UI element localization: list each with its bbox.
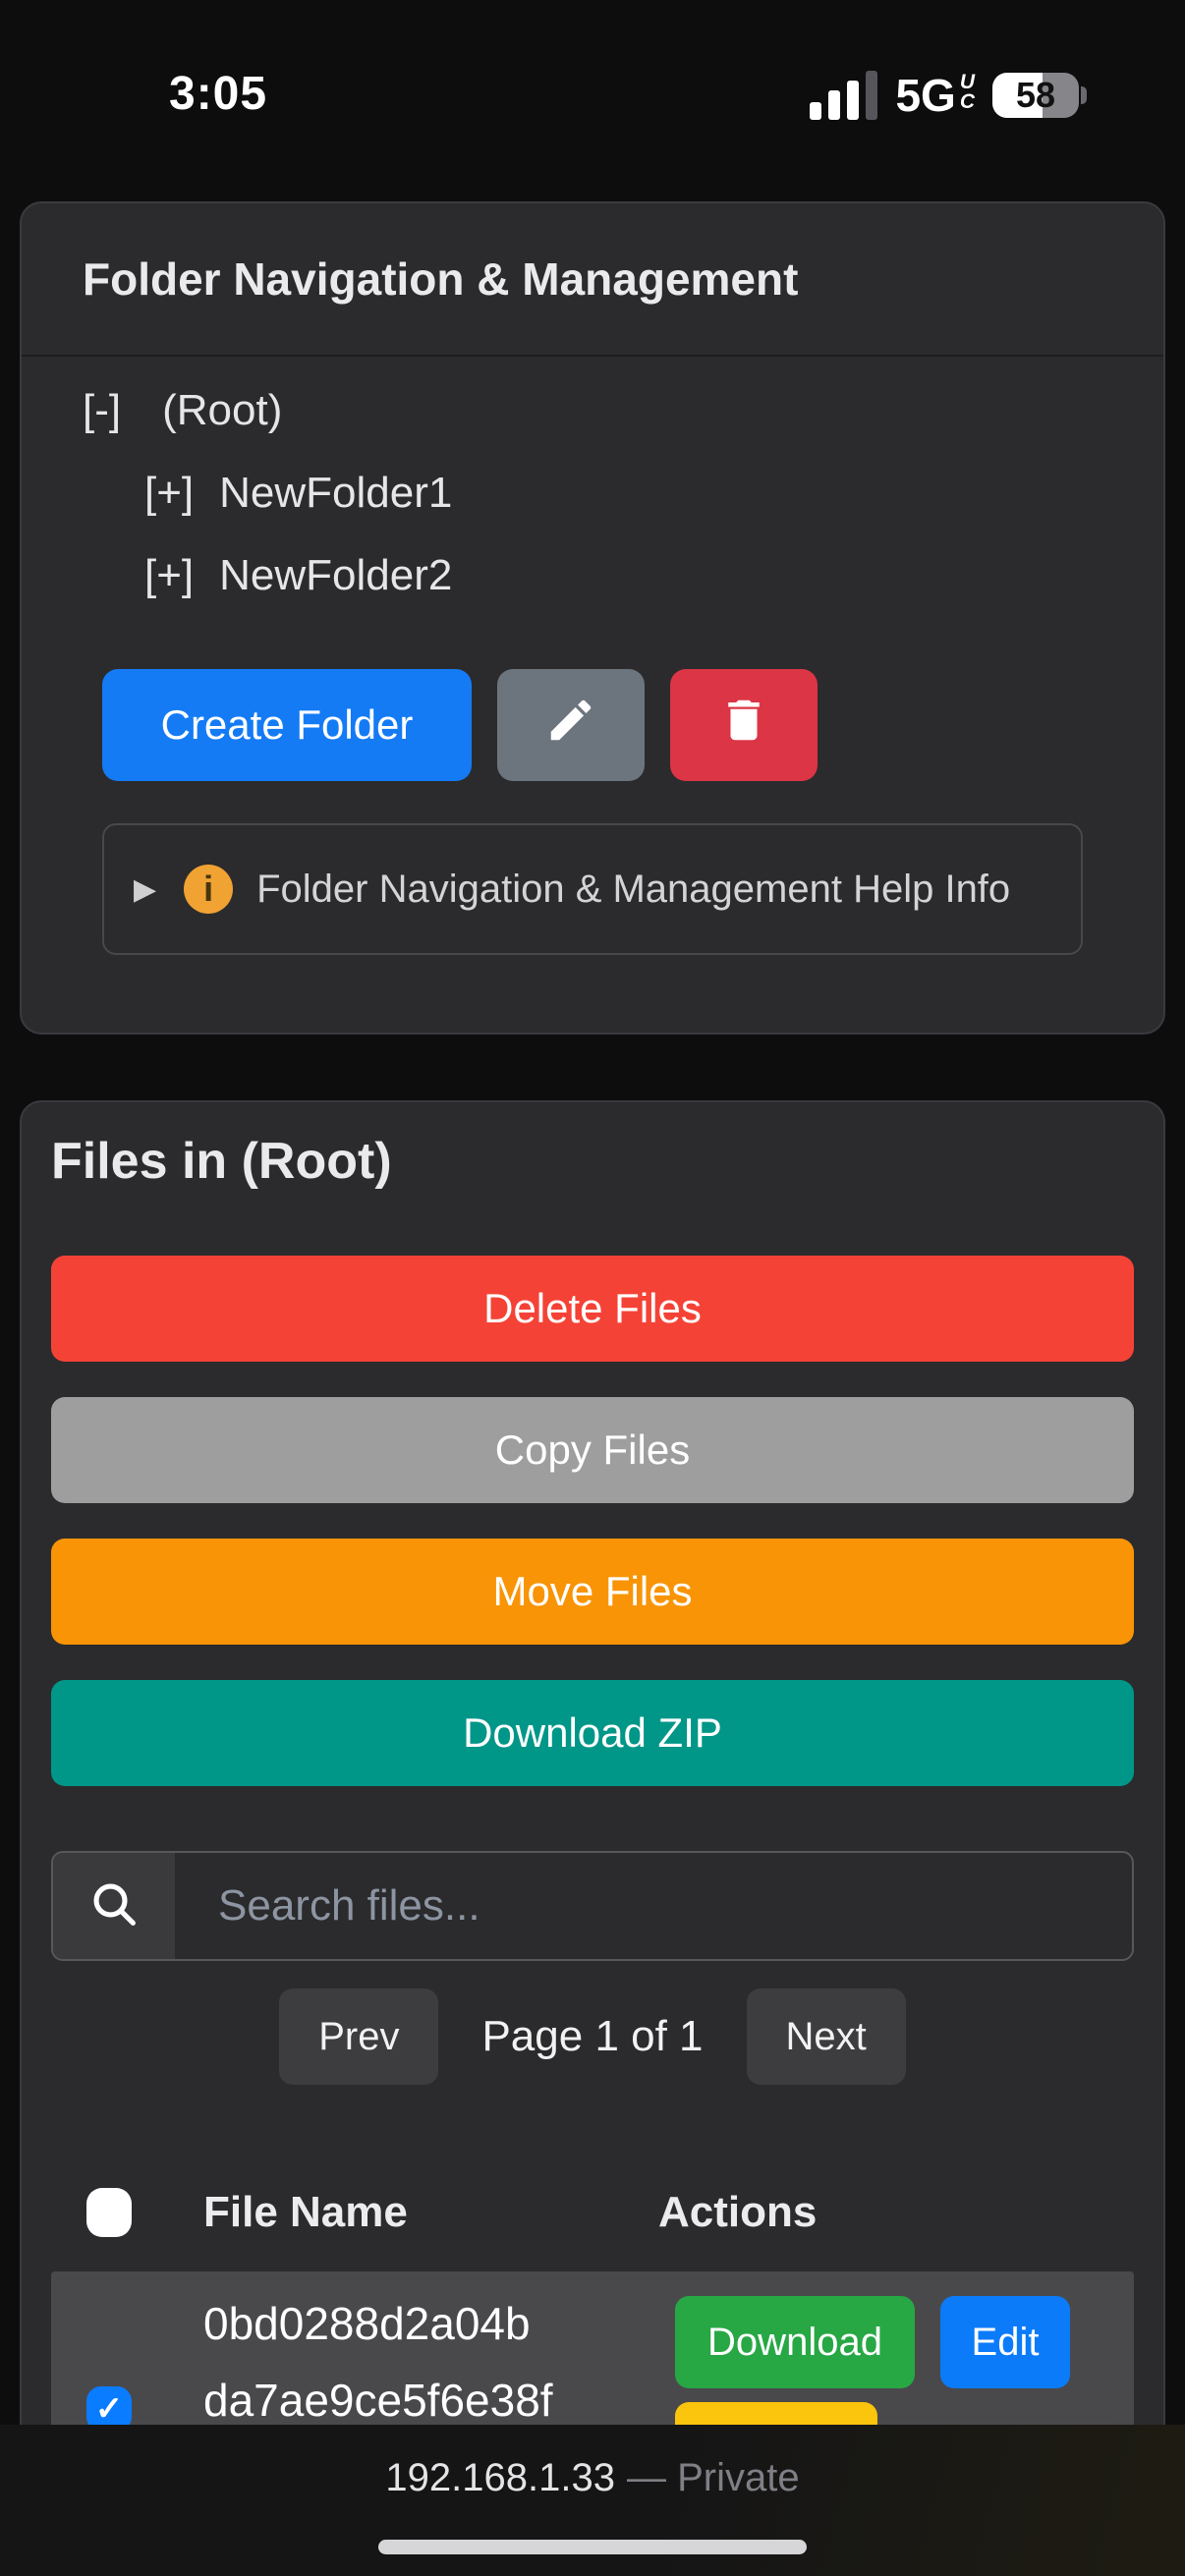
tree-node-label[interactable]: NewFolder1 xyxy=(219,469,452,518)
status-bar: 3:05 5G U C 58 xyxy=(0,0,1185,138)
delete-folder-button[interactable] xyxy=(670,669,818,781)
help-accordion-label: Folder Navigation & Management Help Info xyxy=(256,868,1010,912)
tree-node-newfolder1[interactable]: [+] NewFolder1 xyxy=(83,469,1163,518)
search-input[interactable] xyxy=(175,1853,1132,1959)
collapse-toggle[interactable]: [-] xyxy=(83,386,121,435)
tree-node-label[interactable]: (Root) xyxy=(162,386,282,435)
cellular-signal-icon xyxy=(810,71,877,120)
folder-actions-row: Create Folder xyxy=(102,669,1163,781)
pencil-icon xyxy=(544,694,597,756)
expand-toggle[interactable]: [+] xyxy=(144,469,194,518)
status-time: 3:05 xyxy=(169,67,267,121)
tree-node-label[interactable]: NewFolder2 xyxy=(219,551,452,600)
help-accordion[interactable]: ▶ i Folder Navigation & Management Help … xyxy=(102,823,1083,955)
search-icon xyxy=(86,1876,141,1936)
copy-files-button[interactable]: Copy Files xyxy=(51,1397,1134,1503)
tree-node-root[interactable]: [-] (Root) xyxy=(83,386,1163,435)
download-zip-button[interactable]: Download ZIP xyxy=(51,1680,1134,1786)
address-bar[interactable]: 192.168.1.33 — Private xyxy=(0,2456,1185,2500)
private-mode-label: — Private xyxy=(627,2456,800,2499)
battery-nub xyxy=(1081,86,1087,104)
address-url[interactable]: 192.168.1.33 xyxy=(385,2456,615,2499)
network-type-label: 5G xyxy=(895,71,955,120)
network-subtype-label: U C xyxy=(960,73,975,112)
create-folder-button[interactable]: Create Folder xyxy=(102,669,472,781)
select-all-checkbox[interactable] xyxy=(86,2188,132,2237)
file-name-column-header: File Name xyxy=(140,2188,631,2237)
page-status: Page 1 of 1 xyxy=(481,2012,703,2061)
edit-file-button[interactable]: Edit xyxy=(940,2296,1070,2388)
battery-icon: 58 xyxy=(992,73,1087,118)
download-file-button[interactable]: Download xyxy=(675,2296,915,2388)
pagination: Prev Page 1 of 1 Next xyxy=(51,1988,1134,2085)
search-button[interactable] xyxy=(53,1853,175,1959)
folder-tree: [-] (Root) [+] NewFolder1 [+] NewFolder2 xyxy=(22,386,1163,600)
file-table-header: File Name Actions xyxy=(51,2165,1134,2260)
disclosure-triangle-icon[interactable]: ▶ xyxy=(134,872,156,907)
home-indicator[interactable] xyxy=(378,2540,807,2554)
status-indicators: 5G U C 58 xyxy=(810,71,1087,120)
network-type-indicator: 5G U C xyxy=(895,71,975,120)
battery-percent: 58 xyxy=(992,73,1079,118)
folder-management-card: Folder Navigation & Management [-] (Root… xyxy=(20,201,1165,1035)
file-search-bar xyxy=(51,1851,1134,1961)
tree-node-newfolder2[interactable]: [+] NewFolder2 xyxy=(83,551,1163,600)
folder-card-title: Folder Navigation & Management xyxy=(22,203,1163,357)
expand-toggle[interactable]: [+] xyxy=(144,551,194,600)
info-icon: i xyxy=(184,865,233,914)
trash-icon xyxy=(717,694,770,756)
rename-folder-button[interactable] xyxy=(497,669,645,781)
delete-files-button[interactable]: Delete Files xyxy=(51,1256,1134,1362)
files-card: Files in (Root) Delete Files Copy Files … xyxy=(20,1100,1165,2552)
file-name-line1: 0bd0288d2a04b xyxy=(203,2285,631,2362)
next-page-button[interactable]: Next xyxy=(747,1988,906,2085)
files-card-title: Files in (Root) xyxy=(51,1130,1134,1193)
move-files-button[interactable]: Move Files xyxy=(51,1539,1134,1645)
actions-column-header: Actions xyxy=(631,2188,1134,2237)
prev-page-button[interactable]: Prev xyxy=(279,1988,438,2085)
browser-address-bar: 192.168.1.33 — Private xyxy=(0,2425,1185,2576)
